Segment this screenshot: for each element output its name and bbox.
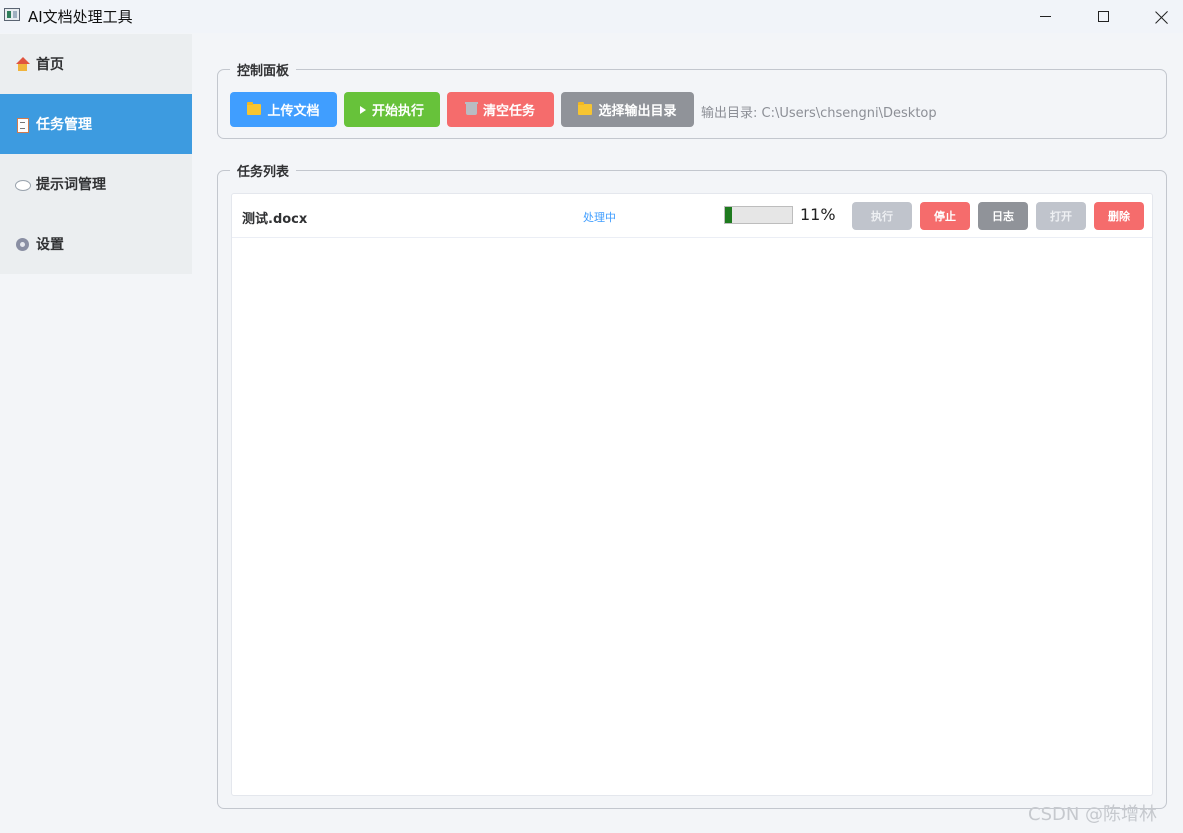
sidebar: 首页 任务管理 提示词管理 设置 [0, 34, 192, 274]
play-icon [359, 105, 366, 114]
task-log-button[interactable]: 日志 [978, 202, 1028, 230]
task-icon [15, 117, 30, 133]
sidebar-item-label: 任务管理 [36, 117, 92, 133]
close-button[interactable] [1139, 0, 1183, 33]
output-directory-text: 输出目录: C:\Users\chsengni\Desktop [701, 106, 937, 121]
select-output-dir-button[interactable]: 选择输出目录 [561, 92, 694, 127]
speech-bubble-icon [15, 177, 31, 192]
minimize-button[interactable] [1022, 0, 1068, 33]
minimize-icon [1039, 16, 1051, 17]
task-delete-button[interactable]: 删除 [1094, 202, 1144, 230]
upload-document-button[interactable]: 上传文档 [230, 92, 337, 127]
sidebar-item-prompt-management[interactable]: 提示词管理 [0, 154, 192, 214]
sidebar-item-home[interactable]: 首页 [0, 34, 192, 94]
task-progress-text: 11% [800, 205, 836, 224]
sidebar-item-label: 设置 [36, 237, 64, 253]
sidebar-item-label: 提示词管理 [36, 177, 106, 193]
maximize-button[interactable] [1080, 0, 1126, 33]
app-icon [4, 8, 20, 21]
sidebar-item-task-management[interactable]: 任务管理 [0, 94, 192, 154]
task-progress-bar [724, 206, 793, 224]
folder-icon [247, 102, 262, 115]
clear-tasks-label: 清空任务 [482, 103, 535, 118]
trash-icon [464, 102, 478, 115]
task-status: 处理中 [583, 211, 616, 224]
task-progress-fill [725, 207, 733, 223]
app-title: AI文档处理工具 [28, 8, 133, 26]
gear-icon [15, 237, 30, 252]
start-execution-label: 开始执行 [371, 103, 424, 118]
task-open-button[interactable]: 打开 [1036, 202, 1086, 230]
select-output-dir-label: 选择输出目录 [598, 103, 677, 118]
title-bar: AI文档处理工具 [0, 0, 1183, 33]
task-execute-button[interactable]: 执行 [852, 202, 912, 230]
folder-icon [578, 102, 593, 115]
close-icon [1155, 10, 1169, 24]
sidebar-item-label: 首页 [36, 57, 64, 73]
task-row: 测试.docx 处理中 11% 执行 停止 日志 打开 删除 [232, 194, 1152, 238]
task-file-name: 测试.docx [242, 212, 308, 227]
start-execution-button[interactable]: 开始执行 [344, 92, 440, 127]
clear-tasks-button[interactable]: 清空任务 [447, 92, 554, 127]
control-panel-title: 控制面板 [230, 60, 297, 79]
home-icon [15, 56, 30, 72]
sidebar-item-settings[interactable]: 设置 [0, 214, 192, 274]
task-stop-button[interactable]: 停止 [920, 202, 970, 230]
watermark: CSDN @陈增林 [1028, 804, 1158, 825]
upload-document-label: 上传文档 [267, 103, 320, 118]
control-panel: 控制面板 上传文档 开始执行 清空任务 选择输出目录 输出目录: C:\User… [217, 60, 1167, 139]
task-list-title: 任务列表 [230, 161, 297, 180]
maximize-icon [1097, 11, 1109, 22]
task-list-panel: 任务列表 测试.docx 处理中 11% 执行 停止 日志 打开 删除 [217, 161, 1167, 809]
task-list[interactable]: 测试.docx 处理中 11% 执行 停止 日志 打开 删除 [231, 193, 1153, 796]
